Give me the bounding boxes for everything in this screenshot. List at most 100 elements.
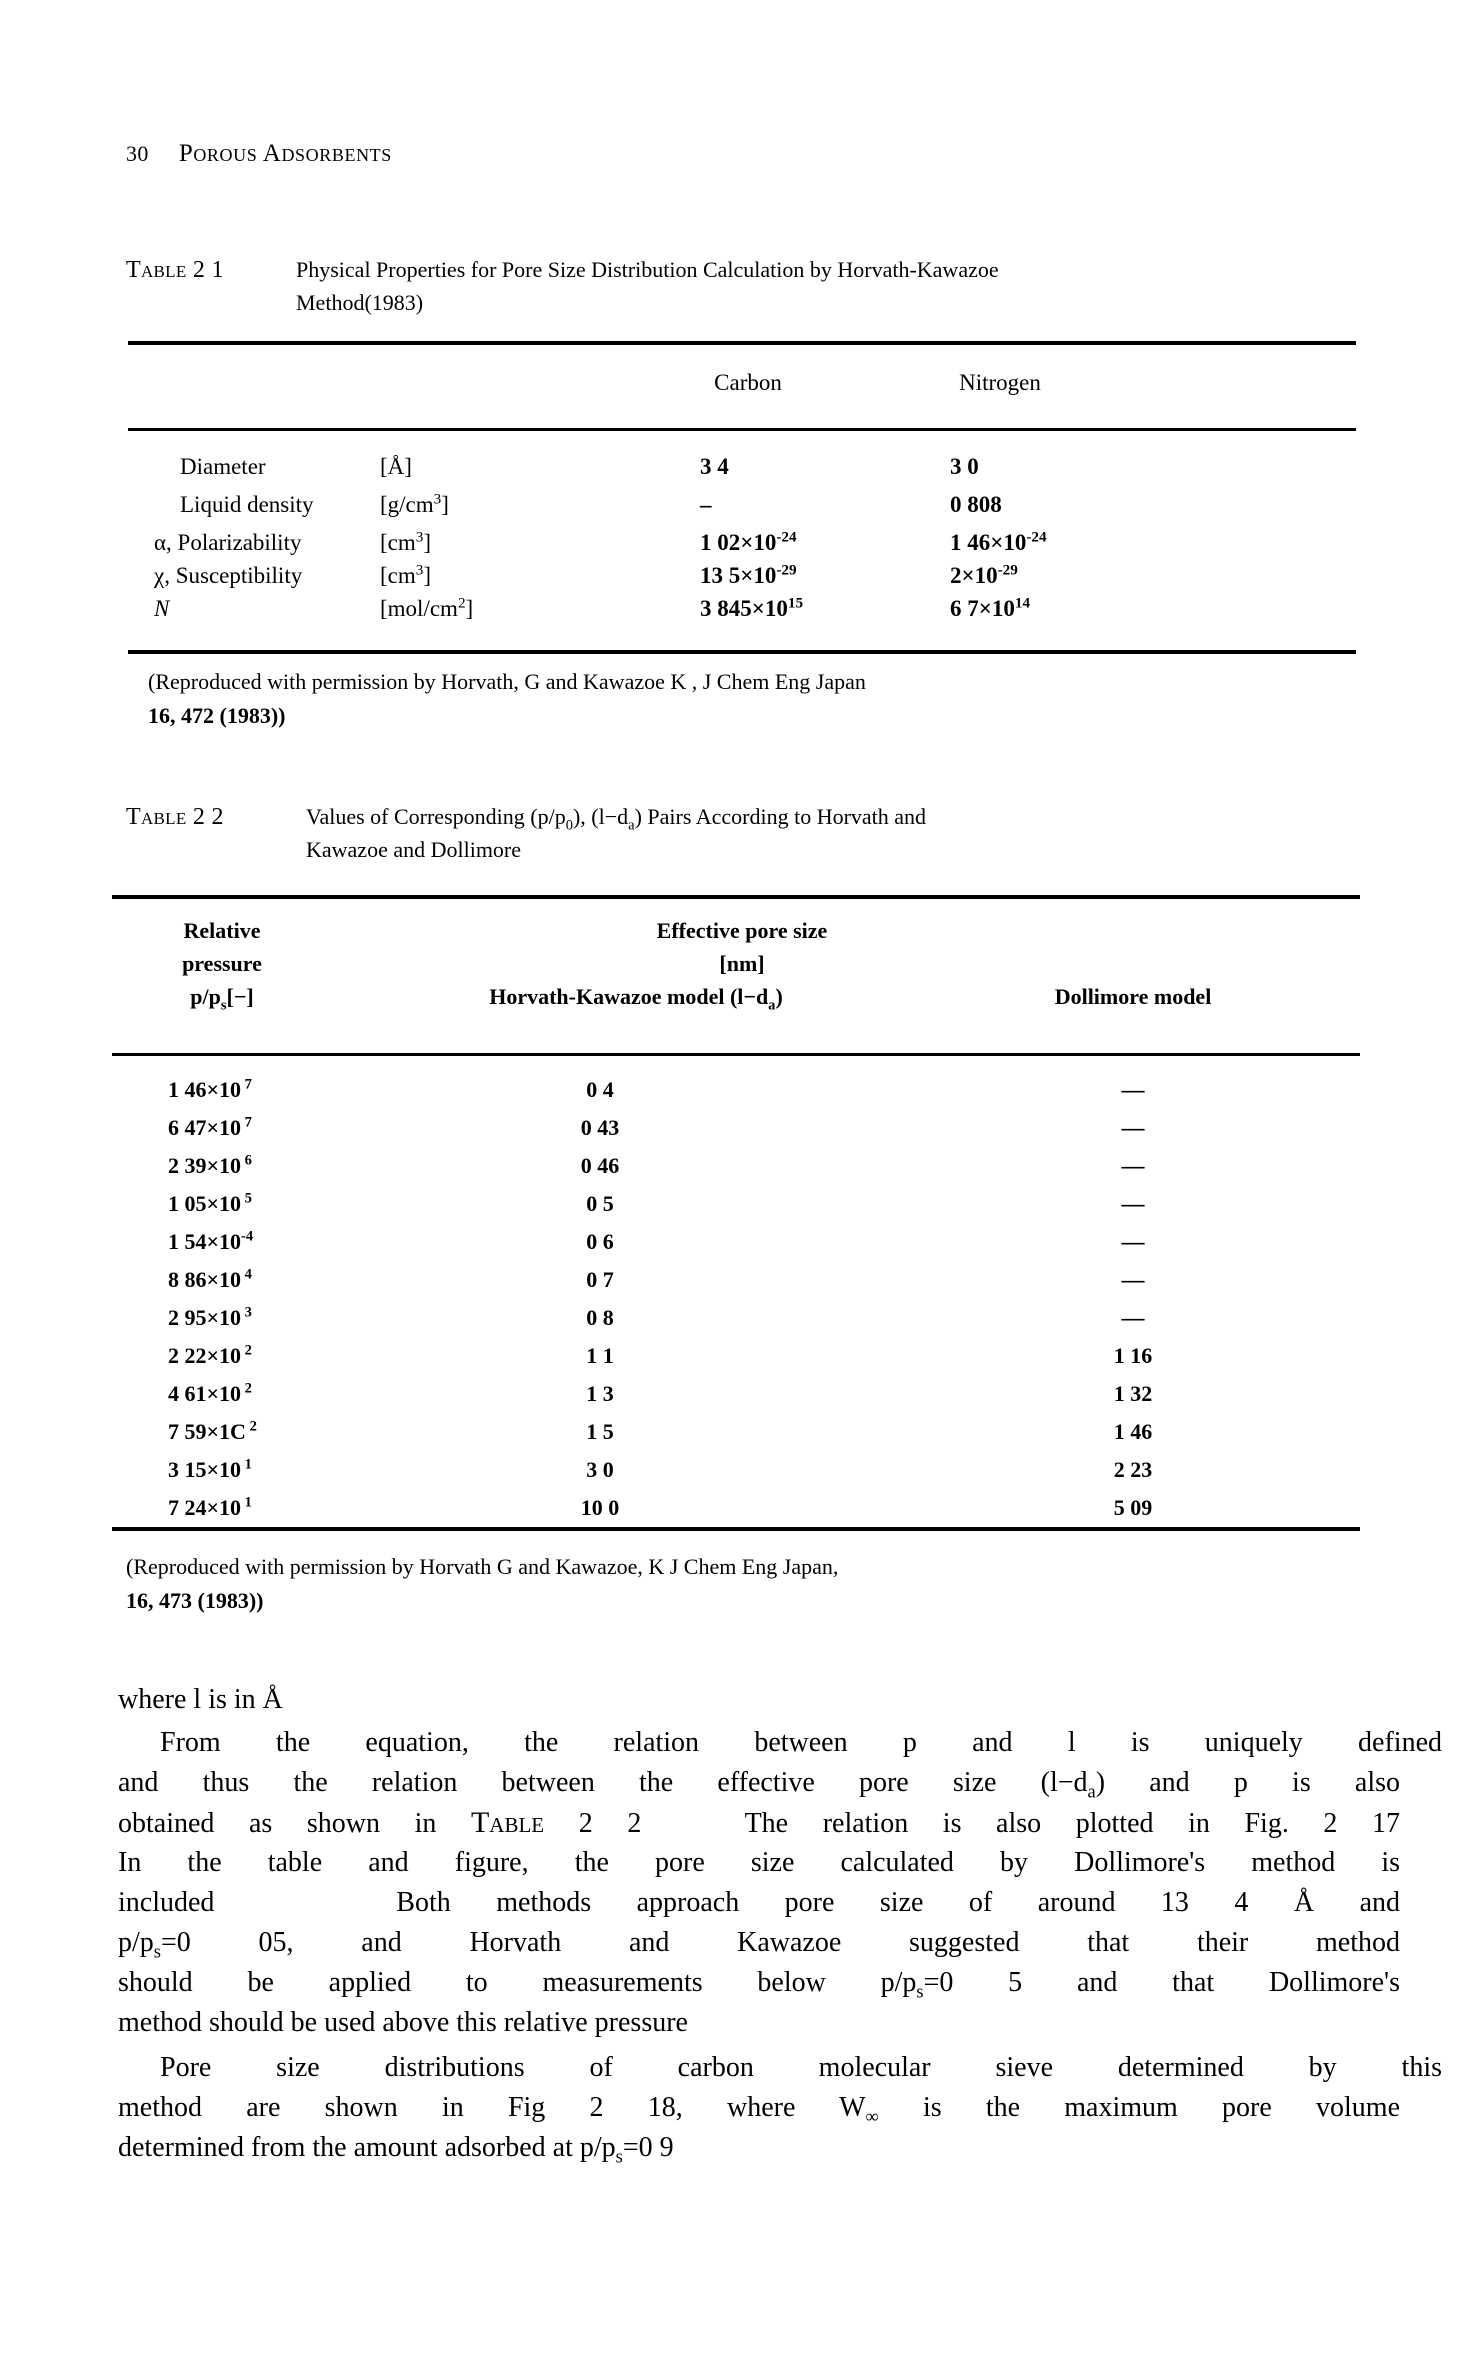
- table-22-cell-dollimore: —: [1121, 1077, 1145, 1102]
- table-21-source-note-line1: (Reproduced with permission by Horvath, …: [148, 669, 698, 694]
- table-22-cell-dollimore: —: [1121, 1267, 1145, 1292]
- table-22-header-pressure: pressure: [182, 951, 262, 976]
- table-22-cell-hk: 0 5: [586, 1191, 614, 1216]
- table-21-row-carbon-value: –: [700, 492, 712, 517]
- table-21-caption-line2: Method(1983): [296, 290, 424, 315]
- table-22-bottom-rule: [112, 1527, 1360, 1531]
- table-21-caption-line1: Physical Properties for Pore Size Distri…: [296, 257, 999, 282]
- table-21-header-rule: [128, 428, 1356, 431]
- table-22-header-dollimore-model: Dollimore model: [1054, 984, 1212, 1009]
- table-22-cell-relative-pressure: 1 46×10 7: [168, 1076, 252, 1102]
- table-22-header-effective-pore-size: Effective pore size: [656, 918, 828, 943]
- table-22-cell-hk: 0 4: [586, 1077, 614, 1102]
- body-paragraph-1-line-4: In the table and figure, the pore size c…: [118, 1847, 1400, 1878]
- table-21-row-nitrogen-value: 0 808: [950, 492, 1002, 517]
- table-22-cell-hk: 3 0: [586, 1457, 614, 1482]
- scanned-book-page: 30 Porous Adsorbents Table 2 1 Physical P…: [0, 0, 1468, 2380]
- table-22-cell-dollimore: —: [1121, 1115, 1145, 1140]
- table-22-source-journal: J Chem Eng Japan,: [669, 1554, 839, 1579]
- table-21-caption-label: Table 2 1: [126, 257, 224, 283]
- table-21-source-note-line2: 16, 472 (1983)): [148, 703, 286, 728]
- table-21-row-nitrogen-value: 6 7×1014: [950, 594, 1031, 621]
- table-21-row-unit: [cm3]: [380, 561, 432, 588]
- table-21-row-label: Diameter: [180, 454, 266, 479]
- table-22-caption-line2: Kawazoe and Dollimore: [306, 837, 522, 862]
- body-paragraph-1-line-8: method should be used above this relativ…: [118, 2007, 688, 2038]
- table-21-bottom-rule: [128, 650, 1356, 654]
- table-21-row-carbon-value: 1 02×10-24: [700, 528, 797, 555]
- table-21-row-nitrogen-value: 1 46×10-24: [950, 528, 1047, 555]
- table-21-caption: Table 2 1 Physical Properties for Pore S…: [126, 253, 1366, 315]
- table-22-caption-text: Values of Corresponding (p/p0), (l−da) P…: [306, 800, 1366, 866]
- table-22-header-pp-units: p/ps[−]: [190, 984, 254, 1014]
- table-21-row-label: Liquid density: [180, 492, 314, 517]
- body-paragraph-1-line-3: obtained as shown in Table 2 2 The relat…: [118, 1806, 1400, 1839]
- table-22-cell-hk: 0 6: [586, 1229, 614, 1254]
- table-22-source-note-line1: (Reproduced with permission by Horvath G…: [126, 1554, 670, 1579]
- table-21-source-note: (Reproduced with permission by Horvath, …: [148, 665, 1398, 733]
- table-22-source-note: (Reproduced with permission by Horvath G…: [126, 1550, 1376, 1618]
- table-22-cell-dollimore: 5 09: [1113, 1495, 1153, 1520]
- table-22-cell-dollimore: 2 23: [1113, 1457, 1153, 1482]
- table-21-row-carbon-value: 13 5×10-29: [700, 561, 797, 588]
- table-21-row-unit: [Å]: [380, 454, 412, 479]
- table-21-caption-text: Physical Properties for Pore Size Distri…: [296, 253, 1366, 319]
- table-22-cell-relative-pressure: 1 05×10 5: [168, 1190, 252, 1216]
- table-22-top-rule: [112, 895, 1360, 899]
- body-paragraph-2-line-2: method are shown in Fig 2 18, where W∞ i…: [118, 2092, 1401, 2127]
- table-22-cell-dollimore: 1 46: [1113, 1419, 1153, 1444]
- table-21-row-label: N: [154, 596, 170, 621]
- body-paragraph-1-line-6: p/ps=0 05, and Horvath and Kawazoe sugge…: [118, 1927, 1400, 1962]
- table-22-cell-dollimore: —: [1121, 1229, 1145, 1254]
- table-22-cell-dollimore: —: [1121, 1191, 1145, 1216]
- table-22-cell-hk: 10 0: [580, 1495, 620, 1520]
- table-21-row-nitrogen-value: 3 0: [950, 454, 979, 479]
- table-22-cell-relative-pressure: 4 61×10 2: [168, 1380, 252, 1406]
- table-22-header-nm-units: [nm]: [719, 951, 765, 976]
- table-22-cell-relative-pressure: 2 22×10 2: [168, 1342, 252, 1368]
- table-22-cell-dollimore: 1 16: [1113, 1343, 1153, 1368]
- table-22-cell-relative-pressure: 2 39×10 6: [168, 1152, 252, 1178]
- table-21-column-header-carbon: Carbon: [714, 370, 782, 395]
- table-21-row-label: χ, Susceptibility: [154, 563, 303, 588]
- page-folio: 30: [126, 141, 149, 166]
- body-paragraph-1-line-2: and thus the relation between the effect…: [118, 1767, 1400, 1802]
- table-22-header-hk-model: Horvath-Kawazoe model (l−da): [489, 984, 783, 1014]
- body-paragraph-1-line-5: included Both methods approach pore size…: [118, 1887, 1400, 1918]
- body-paragraph-1-line-7: should be applied to measurements below …: [118, 1967, 1400, 2002]
- table-22-cell-hk: 0 8: [586, 1305, 614, 1330]
- body-paragraph-1-line-1: From the equation, the relation between …: [160, 1727, 1442, 1758]
- table-22-source-note-line2: 16, 473 (1983)): [126, 1588, 264, 1613]
- table-22-caption-label: Table 2 2: [126, 804, 224, 830]
- running-head: 30 Porous Adsorbents: [126, 140, 392, 168]
- table-22-cell-hk: 0 43: [580, 1115, 620, 1140]
- table-22-cell-relative-pressure: 8 86×10 4: [168, 1266, 252, 1292]
- table-22-cell-dollimore: 1 32: [1113, 1381, 1153, 1406]
- table-21-row-label: α, Polarizability: [154, 530, 302, 555]
- table-22-cell-hk: 0 7: [586, 1267, 614, 1292]
- table-21-row-unit: [mol/cm2]: [380, 594, 474, 621]
- table-22-cell-relative-pressure: 2 95×10 3: [168, 1304, 252, 1330]
- table-22-header-rule: [112, 1053, 1360, 1056]
- table-21-row-carbon-value: 3 4: [700, 454, 729, 479]
- table-22-caption: Table 2 2 Values of Corresponding (p/p0)…: [126, 800, 1366, 862]
- table-21-source-journal: J Chem Eng Japan: [702, 669, 866, 694]
- table-22-cell-hk: 0 46: [580, 1153, 620, 1178]
- table-21-row-carbon-value: 3 845×1015: [700, 594, 804, 621]
- table-21-row-unit: [cm3]: [380, 528, 432, 555]
- body-paragraph-2-line-1: Pore size distributions of carbon molecu…: [160, 2052, 1442, 2083]
- table-22-cell-dollimore: —: [1121, 1305, 1145, 1330]
- table-22-cell-hk: 1 1: [586, 1343, 614, 1368]
- table-22-cell-relative-pressure: 1 54×10-4: [168, 1228, 254, 1254]
- table-21-top-rule: [128, 341, 1356, 345]
- table-22-cell-relative-pressure: 3 15×10 1: [168, 1456, 252, 1482]
- table-21-row-nitrogen-value: 2×10-29: [950, 561, 1018, 588]
- table-22-cell-hk: 1 3: [586, 1381, 614, 1406]
- body-paragraph-2-line-3: determined from the amount adsorbed at p…: [118, 2132, 674, 2167]
- table-22-header-relative: Relative: [183, 918, 261, 943]
- table-22-caption-line1: Values of Corresponding (p/p0), (l−da) P…: [306, 804, 927, 834]
- table-22-cell-relative-pressure: 7 59×1C 2: [168, 1418, 257, 1444]
- table-21-column-header-nitrogen: Nitrogen: [959, 370, 1041, 395]
- table-21-row-unit: [g/cm3]: [380, 490, 449, 517]
- running-head-title: Porous Adsorbents: [178, 140, 392, 167]
